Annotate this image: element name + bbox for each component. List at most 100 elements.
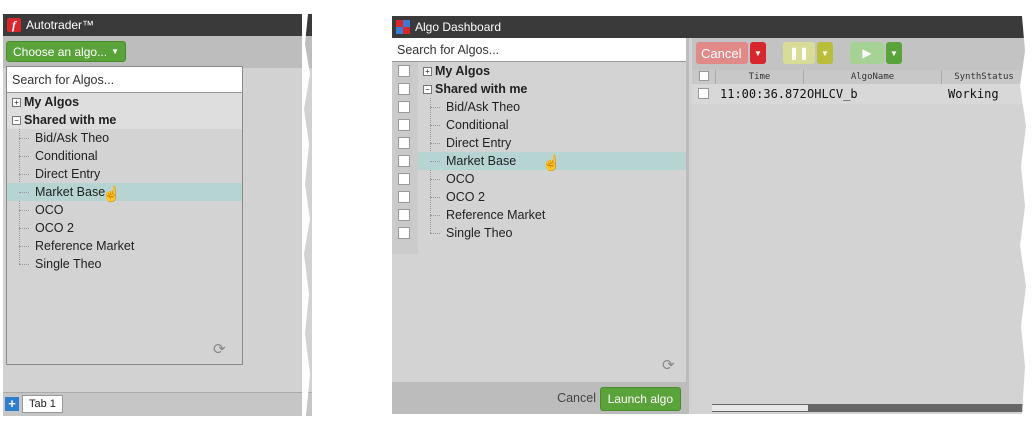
algo-item-label: Reference Market — [446, 208, 546, 222]
cell-time: 11:00:36.872 — [720, 87, 807, 101]
row-checkbox[interactable] — [398, 227, 410, 239]
algo-item-label: OCO — [446, 172, 475, 186]
dashboard-logo-icon — [396, 20, 410, 34]
algo-item[interactable]: OCO — [7, 201, 242, 219]
algo-item-label: Reference Market — [35, 239, 135, 253]
algo-item-selected[interactable]: Market Base ☝ — [7, 183, 242, 203]
algo-item[interactable]: OCO — [418, 170, 686, 188]
autotrader-titlebar: f Autotrader™ — [3, 14, 312, 36]
algo-item-label: Direct Entry — [446, 136, 512, 150]
row-checkbox[interactable] — [398, 209, 410, 221]
algo-item[interactable]: Reference Market — [7, 237, 242, 255]
cancel-order-button[interactable]: Cancel — [696, 42, 748, 64]
algo-tree-pane: Search for Algos... + My Algos − Shared … — [392, 38, 689, 414]
algo-item[interactable]: Conditional — [418, 116, 686, 134]
algo-item-label: Bid/Ask Theo — [446, 100, 521, 114]
autotrader-logo-icon: f — [7, 18, 21, 32]
cell-status: Working — [948, 87, 999, 101]
group-label: Shared with me — [24, 113, 117, 127]
group-shared[interactable]: − Shared with me — [418, 80, 686, 98]
expand-icon[interactable]: + — [12, 97, 21, 107]
algo-item-label: Single Theo — [35, 257, 102, 271]
algo-item-label: Conditional — [35, 149, 98, 163]
orders-toolbar: Cancel ▼ ❚❚ ▼ ▶ ▼ — [692, 38, 1026, 70]
group-shared[interactable]: − Shared with me — [7, 111, 242, 129]
row-checkbox[interactable] — [398, 173, 410, 185]
refresh-icon[interactable]: ⟳ — [213, 340, 226, 358]
header-checkbox-cell — [692, 70, 716, 84]
cancel-label: Cancel — [701, 45, 742, 61]
table-row[interactable]: 11:00:36.872 OHLCV_b Working — [692, 84, 1026, 104]
group-my-algos[interactable]: + My Algos — [7, 93, 242, 111]
collapse-icon[interactable]: − — [423, 84, 432, 94]
checkbox-column — [392, 62, 418, 254]
refresh-icon[interactable]: ⟳ — [662, 356, 675, 374]
algo-item[interactable]: Bid/Ask Theo — [418, 98, 686, 116]
algo-tree: + My Algos − Shared with me Bid/Ask Theo… — [418, 62, 686, 242]
algo-item[interactable]: OCO 2 — [7, 219, 242, 237]
cell-algo-name: OHLCV_b — [807, 87, 858, 101]
algo-picker-dropdown: Search for Algos... + My Algos − Shared … — [6, 66, 243, 365]
row-checkbox[interactable] — [398, 137, 410, 149]
algo-item[interactable]: Direct Entry — [418, 134, 686, 152]
algo-item-label: OCO — [35, 203, 64, 217]
pause-icon[interactable]: ❚❚ — [783, 42, 815, 64]
choose-algo-button[interactable]: Choose an algo... ▼ — [6, 41, 126, 62]
shared-algo-list: Bid/Ask Theo Conditional Direct Entry Ma… — [7, 129, 242, 273]
cancel-button[interactable]: Cancel — [557, 391, 596, 405]
group-my-algos[interactable]: + My Algos — [418, 62, 686, 80]
orders-pane: Cancel ▼ ❚❚ ▼ ▶ ▼ Time AlgoName SynthSta… — [692, 38, 1026, 414]
row-checkbox[interactable] — [398, 119, 410, 131]
row-checkbox[interactable] — [398, 191, 410, 203]
algo-item[interactable]: Single Theo — [418, 224, 686, 242]
column-header-time[interactable]: Time — [716, 70, 804, 84]
grid-header: Time AlgoName SynthStatus — [692, 70, 1026, 84]
algo-item-label: Market Base — [35, 185, 106, 199]
row-checkbox[interactable] — [398, 65, 410, 77]
row-checkbox[interactable] — [398, 83, 410, 95]
search-placeholder: Search for Algos... — [397, 42, 500, 57]
algo-item[interactable]: Reference Market — [418, 206, 686, 224]
algo-item-label: Market Base — [446, 154, 517, 168]
scrollbar-thumb[interactable] — [712, 405, 808, 411]
chevron-down-icon: ▼ — [111, 47, 119, 56]
autotrader-window: f Autotrader™ Choose an algo... ▼ Search… — [3, 14, 312, 416]
tab-bar: + Tab 1 — [3, 392, 312, 416]
torn-edge — [1020, 16, 1028, 414]
collapse-icon[interactable]: − — [12, 115, 21, 125]
algo-item-label: OCO 2 — [446, 190, 485, 204]
algo-item[interactable]: Single Theo — [7, 255, 242, 273]
window-title: Algo Dashboard — [415, 20, 502, 34]
chevron-down-icon[interactable]: ▼ — [750, 42, 766, 64]
algo-item[interactable]: Direct Entry — [7, 165, 242, 183]
algo-item[interactable]: Bid/Ask Theo — [7, 129, 242, 147]
row-checkbox[interactable] — [398, 155, 410, 167]
dashboard-titlebar: Algo Dashboard — [392, 16, 1026, 38]
search-input[interactable]: Search for Algos... — [7, 67, 242, 93]
algo-item-label: Single Theo — [446, 226, 513, 240]
algo-dashboard-window: Algo Dashboard Search for Algos... + My … — [392, 16, 1028, 414]
torn-edge — [302, 14, 310, 416]
horizontal-scrollbar[interactable] — [712, 404, 1026, 412]
group-label: My Algos — [24, 95, 80, 109]
chevron-down-icon[interactable]: ▼ — [886, 42, 902, 64]
search-input[interactable]: Search for Algos... — [392, 38, 686, 62]
launch-algo-button[interactable]: Launch algo — [599, 387, 681, 411]
row-checkbox[interactable] — [398, 101, 410, 113]
algo-item[interactable]: Conditional — [7, 147, 242, 165]
expand-icon[interactable]: + — [423, 66, 432, 76]
algo-item-selected[interactable]: Market Base ☝ — [418, 152, 686, 172]
column-header-algoname[interactable]: AlgoName — [804, 70, 942, 84]
shared-algo-list: Bid/Ask Theo Conditional Direct Entry Ma… — [418, 98, 686, 242]
row-checkbox[interactable] — [698, 88, 709, 99]
algo-item[interactable]: OCO 2 — [418, 188, 686, 206]
algo-item-label: OCO 2 — [35, 221, 74, 235]
group-label: My Algos — [435, 64, 491, 78]
tab-1[interactable]: Tab 1 — [22, 395, 63, 413]
chevron-down-icon[interactable]: ▼ — [817, 42, 833, 64]
algo-item-label: Conditional — [446, 118, 509, 132]
plus-icon[interactable]: + — [5, 397, 19, 411]
autotrader-toolbar: Choose an algo... ▼ — [3, 36, 312, 68]
play-icon[interactable]: ▶ — [850, 42, 884, 64]
column-header-synthstatus[interactable]: SynthStatus — [942, 70, 1026, 84]
